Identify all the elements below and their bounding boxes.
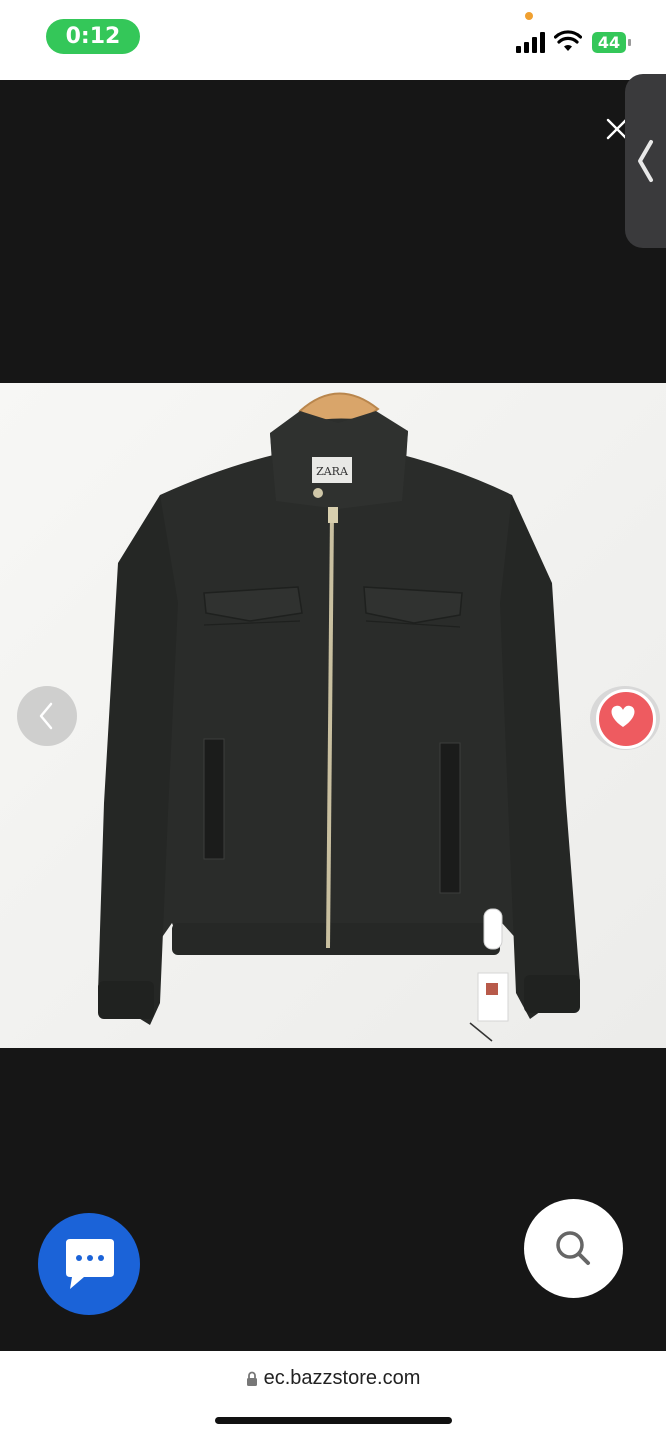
previous-image-button[interactable]	[17, 686, 77, 746]
svg-text:ZARA: ZARA	[316, 465, 349, 478]
search-icon	[556, 1231, 590, 1265]
side-panel-tab[interactable]	[625, 74, 666, 248]
lock-icon	[246, 1371, 257, 1386]
jacket-illustration: ZARA	[0, 383, 666, 1048]
status-time[interactable]: 0:12	[46, 19, 140, 54]
home-indicator[interactable]	[215, 1417, 452, 1424]
privacy-indicator-dot	[525, 12, 533, 20]
chat-bubble-icon	[66, 1239, 114, 1289]
chevron-left-icon	[638, 140, 653, 182]
favorite-button[interactable]	[590, 680, 666, 756]
product-image[interactable]: ZARA	[0, 383, 666, 1048]
browser-address-bar[interactable]: ec.bazzstore.com	[0, 1351, 666, 1440]
status-bar: 0:12 44	[0, 0, 666, 80]
battery-level: 44	[592, 32, 626, 53]
url-text: ec.bazzstore.com	[263, 1367, 421, 1390]
wifi-icon	[554, 30, 582, 51]
heart-icon	[611, 705, 635, 727]
battery-icon: 44	[592, 32, 632, 53]
chat-button[interactable]	[38, 1213, 140, 1315]
search-button[interactable]	[524, 1199, 623, 1298]
cellular-signal-icon	[516, 31, 546, 53]
chevron-left-icon	[39, 702, 53, 730]
